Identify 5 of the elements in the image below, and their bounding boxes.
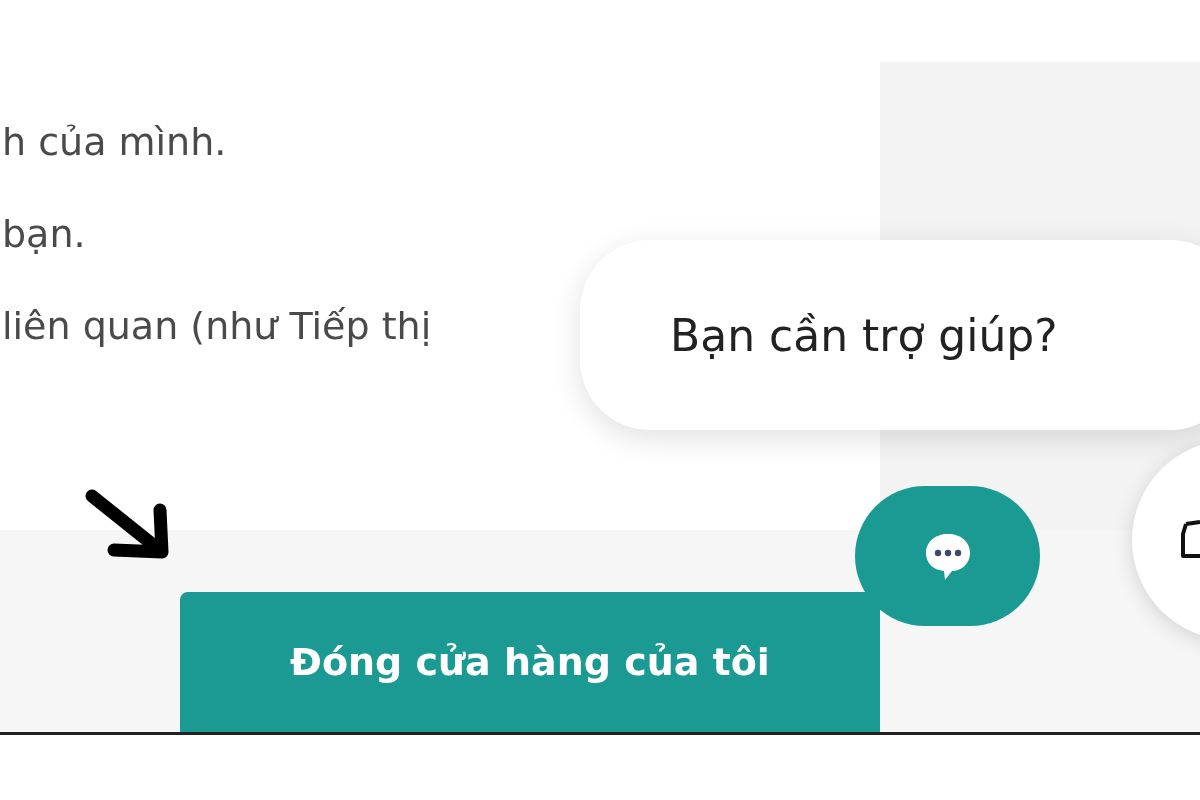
help-prompt: Bạn cần trợ giúp?: [670, 309, 1058, 361]
close-store-button[interactable]: Đóng cửa hàng của tôi: [180, 592, 880, 732]
body-text: h của mình.: [1, 119, 227, 166]
body-text: bạn.: [1, 211, 86, 258]
body-text: liên quan (như Tiếp thị: [1, 303, 432, 350]
